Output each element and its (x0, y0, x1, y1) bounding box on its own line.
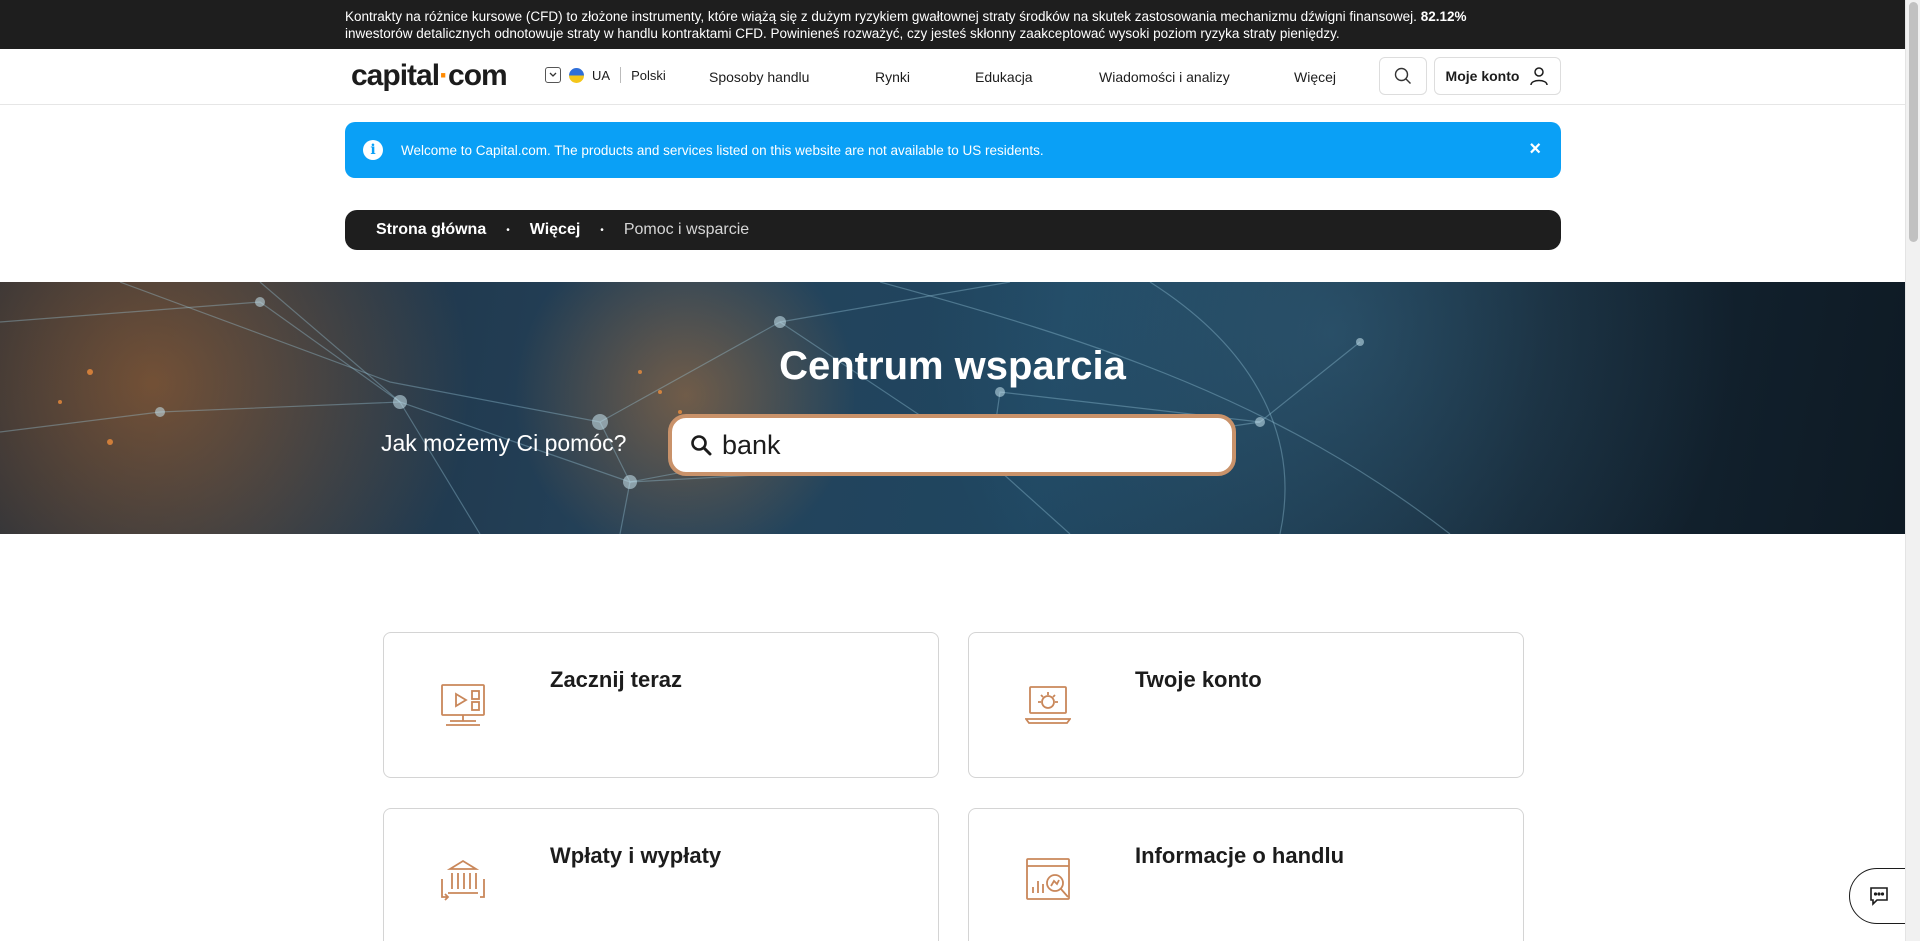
category-card-deposits-withdrawals[interactable]: Wpłaty i wypłaty (383, 808, 939, 941)
risk-warning-text-2: inwestorów detalicznych odnotowuje strat… (345, 26, 1340, 41)
support-center-title: Centrum wsparcia (779, 344, 1126, 388)
risk-warning-text: Kontrakty na różnice kursowe (CFD) to zł… (345, 9, 1417, 24)
page: Kontrakty na różnice kursowe (CFD) to zł… (0, 0, 1905, 941)
page-scrollbar[interactable] (1905, 0, 1920, 941)
notice-text: Welcome to Capital.com. The products and… (401, 142, 1044, 158)
card-title: Zacznij teraz (550, 667, 683, 692)
region-divider (620, 67, 622, 83)
nav-trading-ways[interactable]: Sposoby handlu (709, 69, 809, 85)
info-icon: i (363, 140, 383, 160)
breadcrumb-separator: • (506, 224, 510, 236)
category-card-get-started[interactable]: Zacznij teraz (383, 632, 939, 778)
support-search-input[interactable] (722, 429, 1202, 461)
bank-transfer-icon (441, 859, 485, 901)
region-language-selector[interactable]: UA Polski (545, 67, 666, 83)
category-card-your-account[interactable]: Twoje konto (968, 632, 1524, 778)
user-icon (1530, 67, 1549, 86)
close-icon[interactable]: × (1529, 138, 1541, 160)
logo-dot: · (439, 59, 449, 92)
nav-education[interactable]: Edukacja (975, 69, 1033, 85)
site-header: capital·com UA Polski Sposoby handlu Ryn… (0, 49, 1905, 105)
breadcrumb-home[interactable]: Strona główna (376, 221, 486, 239)
logo-text-left: capital (351, 59, 440, 92)
header-search-button[interactable] (1379, 57, 1427, 95)
network-background-image (0, 282, 1451, 534)
support-hero: Centrum wsparcia Jak możemy Ci pomóc? (0, 282, 1905, 534)
card-title: Wpłaty i wypłaty (550, 843, 722, 868)
chart-magnifier-icon (1026, 858, 1070, 900)
capital-logo[interactable]: capital·com (351, 59, 508, 93)
risk-warning-percent: 82.12% (1420, 9, 1467, 24)
logo-text-right: com (448, 59, 508, 92)
card-title: Twoje konto (1135, 667, 1262, 692)
category-card-trading-info[interactable]: Informacje o handlu (968, 808, 1524, 941)
search-prompt: Jak możemy Ci pomóc? (381, 430, 627, 456)
breadcrumb-more[interactable]: Więcej (530, 221, 581, 239)
breadcrumb-separator: • (600, 224, 604, 236)
video-screen-icon (441, 684, 485, 726)
chevron-down-icon[interactable] (545, 67, 561, 83)
us-residents-notice: i Welcome to Capital.com. The products a… (345, 122, 1561, 178)
nav-more[interactable]: Więcej (1294, 69, 1336, 85)
breadcrumb-current: Pomoc i wsparcie (623, 221, 750, 238)
ukraine-flag-icon (569, 67, 584, 83)
language-label: Polski (631, 67, 666, 83)
chat-widget-button[interactable] (1849, 868, 1905, 924)
search-icon (691, 435, 712, 456)
risk-warning-banner: Kontrakty na różnice kursowe (CFD) to zł… (0, 0, 1905, 49)
nav-news-analysis[interactable]: Wiadomości i analizy (1099, 69, 1230, 85)
my-account-label: Moje konto (1445, 68, 1520, 84)
support-search-box[interactable] (668, 414, 1236, 476)
my-account-button[interactable]: Moje konto (1434, 57, 1561, 95)
card-title: Informacje o handlu (1135, 843, 1345, 868)
breadcrumb: Strona główna • Więcej • Pomoc i wsparci… (345, 210, 1561, 250)
laptop-gear-icon (1025, 686, 1071, 724)
region-code: UA (592, 67, 611, 83)
scrollbar-thumb[interactable] (1909, 2, 1918, 242)
search-icon (1394, 67, 1411, 84)
chat-bubble-icon (1870, 887, 1888, 906)
nav-markets[interactable]: Rynki (875, 69, 910, 85)
